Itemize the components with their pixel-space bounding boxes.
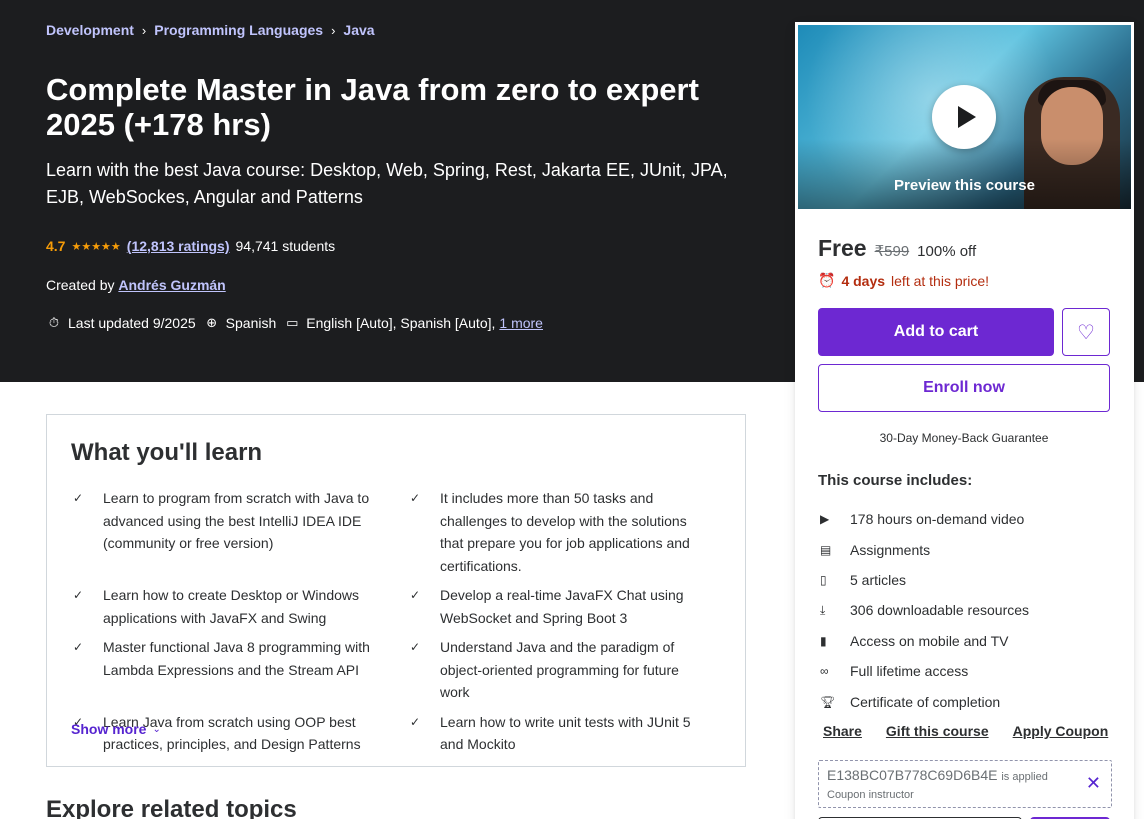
check-icon: ✓ [410, 714, 421, 729]
includes-item: ▤ Assignments [820, 541, 931, 558]
course-subtitle: Learn with the best Java course: Desktop… [46, 160, 728, 207]
assignment-icon: ▤ [820, 542, 832, 557]
applied-coupon: E138BC07B778C69D6B4E is applied Coupon i… [818, 760, 1112, 808]
heart-icon: ♡ [1077, 321, 1095, 344]
apply-coupon-button[interactable]: Apply Coupon [1013, 723, 1109, 739]
coupon-applied-label: is applied [1001, 771, 1048, 783]
course-title: Complete Master in Java from zero to exp… [46, 72, 699, 142]
download-icon: ⤓ [820, 602, 826, 617]
check-icon: ✓ [73, 491, 84, 505]
check-icon: ✓ [410, 588, 421, 602]
check-icon: ✓ [410, 491, 421, 505]
money-back-guarantee: 30-Day Money-Back Guarantee [879, 431, 1049, 445]
includes-item: ⤓ 306 downloadable resources [820, 602, 1030, 619]
rating-row: 4.7 ★★★★★ (12,813 ratings) 94,741 studen… [46, 238, 335, 254]
includes-item: ▮ Access on mobile and TV [820, 632, 1009, 649]
gift-course-button[interactable]: Gift this course [886, 723, 989, 739]
chevron-right-icon: › [141, 22, 147, 38]
instructor-link[interactable]: Andrés Guzmán [118, 277, 225, 293]
learn-item: ✓ Learn to program from scratch with Java… [71, 487, 408, 577]
learn-item: ✓ Learn how to create Desktop or Windows … [71, 584, 408, 629]
alert-badge-icon: ⏱ [48, 315, 60, 330]
learn-item: ✓ Master functional Java 8 programming wi… [71, 636, 408, 704]
video-icon: ▶ [820, 512, 830, 527]
enroll-now-button[interactable]: Enroll now [818, 364, 1110, 412]
what-youll-learn-box: What you'll learn ✓ Learn to program from… [46, 414, 746, 767]
breadcrumb: Development › Programming Languages › Ja… [46, 22, 375, 38]
includes-title: This course includes: [818, 472, 973, 489]
course-language: Spanish [225, 315, 277, 331]
check-icon: ✓ [410, 640, 421, 654]
breadcrumb-java[interactable]: Java [343, 22, 374, 38]
chevron-right-icon: › [331, 22, 336, 38]
related-topics-title: Explore related topics [46, 796, 297, 819]
original-price: ₹599 [874, 243, 910, 260]
last-updated: Last updated 9/2025 [68, 315, 196, 331]
purchase-sidebar: Preview this course Free ₹599 100% off ⏰… [795, 22, 1134, 819]
star-rating-icon: ★★★★★ [71, 240, 121, 253]
chevron-down-icon: ⌄ [152, 723, 161, 735]
includes-item: ▶ 178 hours on-demand video [820, 511, 1025, 528]
ratings-count-link[interactable]: (12,813 ratings) [127, 238, 230, 254]
course-meta: ⏱ Last updated 9/2025 ⊕ Spanish ▭ Englis… [46, 315, 551, 331]
includes-item: ▯ 5 articles [820, 571, 907, 588]
coupon-code: E138BC07B778C69D6B4E [827, 767, 998, 783]
add-to-cart-button[interactable]: Add to cart [818, 308, 1054, 356]
learn-item: ✓ Learn how to write unit tests with JUni… [408, 711, 731, 756]
price-timer: ⏰ 4 days left at this price! [818, 272, 990, 289]
created-by-label: Created by [46, 277, 115, 293]
learn-item: ✓ Understand Java and the paradigm of obj… [408, 636, 731, 704]
learn-title: What you'll learn [71, 439, 263, 466]
more-languages-link[interactable]: 1 more [499, 315, 543, 331]
students-count: 94,741 students [235, 238, 336, 254]
includes-list: ▶ 178 hours on-demand video ▤ Assignments … [818, 504, 1118, 717]
check-icon: ✓ [73, 640, 84, 654]
trophy-icon: 🏆︎ [820, 694, 836, 709]
includes-item: 🏆︎ Certificate of completion [820, 693, 1001, 710]
learn-item: ✓ It includes more than 50 tasks and chal… [408, 487, 731, 577]
infinity-icon: ∞ [820, 664, 829, 679]
sidebar-actions: Share Gift this course Apply Coupon [823, 723, 1108, 739]
wishlist-button[interactable]: ♡ [1062, 308, 1110, 356]
rating-value: 4.7 [46, 238, 66, 254]
coupon-source: Coupon instructor [827, 789, 914, 801]
discount-percent: 100% off [917, 243, 977, 260]
mobile-icon: ▮ [820, 633, 827, 648]
globe-icon: ⊕ [206, 315, 218, 330]
learn-item: ✓ Develop a real-time JavaFX Chat using W… [408, 584, 731, 629]
breadcrumb-programming-languages[interactable]: Programming Languages [154, 22, 323, 38]
price-row: Free ₹599 100% off [818, 235, 976, 262]
current-price: Free [818, 235, 867, 261]
course-preview[interactable]: Preview this course [798, 25, 1131, 209]
preview-label: Preview this course [894, 177, 1035, 194]
captions-icon: ▭ [286, 315, 299, 330]
share-button[interactable]: Share [823, 723, 862, 739]
breadcrumb-development[interactable]: Development [46, 22, 134, 38]
check-icon: ✓ [73, 588, 84, 602]
includes-item: ∞ Full lifetime access [820, 663, 969, 680]
close-icon[interactable]: ✕ [1086, 773, 1101, 794]
alarm-clock-icon: ⏰ [818, 272, 836, 288]
play-icon[interactable] [932, 85, 996, 149]
learn-list: ✓ Learn to program from scratch with Java… [71, 487, 731, 756]
created-by: Created by Andrés Guzmán [46, 277, 226, 293]
show-more-button[interactable]: Show more ⌄ [71, 721, 161, 737]
article-icon: ▯ [820, 572, 827, 587]
course-captions: English [Auto], Spanish [Auto], [306, 315, 496, 331]
